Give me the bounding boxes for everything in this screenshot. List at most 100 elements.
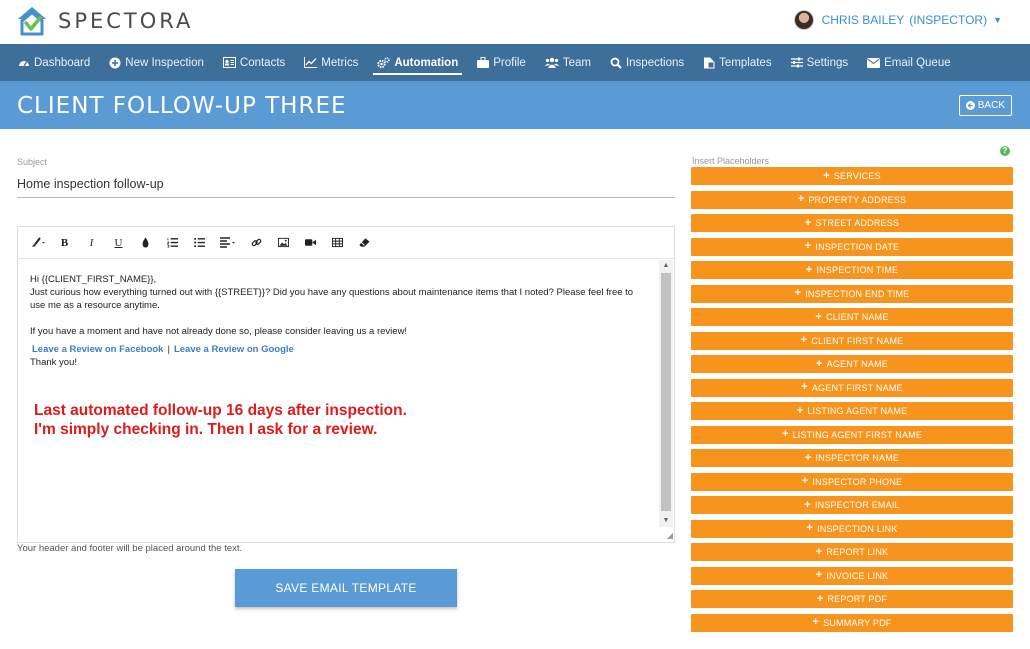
- clear-format-button[interactable]: [351, 232, 378, 254]
- italic-button[interactable]: I: [78, 232, 105, 254]
- link-button[interactable]: [243, 232, 270, 254]
- back-label: BACK: [977, 100, 1005, 111]
- nav-profile[interactable]: Profile: [477, 44, 526, 81]
- arrow-left-icon: [965, 101, 975, 110]
- link-icon: [251, 238, 262, 247]
- gears-icon: [377, 56, 391, 68]
- brand-logo[interactable]: SPECTORA: [16, 5, 193, 37]
- editor-scrollbar[interactable]: ▲ ▼: [659, 260, 673, 527]
- nav-label: Automation: [394, 56, 459, 69]
- placeholder-label: AGENT FIRST NAME: [811, 382, 903, 393]
- placeholder-button[interactable]: + INSPECTOR EMAIL: [691, 496, 1013, 514]
- placeholder-button[interactable]: + CLIENT FIRST NAME: [691, 331, 1013, 350]
- image-button[interactable]: [270, 232, 297, 254]
- plus-icon: +: [804, 240, 812, 252]
- placeholder-button[interactable]: + INSPECTION DATE: [691, 237, 1013, 256]
- placeholders-label: Insert Placeholders: [692, 156, 770, 166]
- plus-icon: +: [797, 193, 805, 205]
- placeholder-button[interactable]: + LISTING AGENT FIRST NAME: [691, 425, 1013, 444]
- scroll-down-arrow-icon[interactable]: ▼: [659, 515, 673, 527]
- color-button[interactable]: [132, 232, 159, 254]
- nav-team[interactable]: Team: [544, 44, 591, 81]
- closing-text: Thank you!: [30, 357, 77, 368]
- review-links: Leave a Review on Facebook | Leave a Revie…: [32, 343, 647, 356]
- nav-settings[interactable]: Settings: [790, 44, 849, 81]
- bullet-list-button[interactable]: [186, 232, 213, 254]
- placeholder-button[interactable]: + PROPERTY ADDRESS: [691, 190, 1013, 209]
- facebook-review-link[interactable]: Leave a Review on Facebook: [32, 344, 163, 355]
- nav-automation[interactable]: Automation: [373, 44, 463, 81]
- envelope-icon: [867, 57, 881, 68]
- briefcase-icon: [477, 57, 490, 68]
- placeholder-button[interactable]: + STREET ADDRESS: [691, 214, 1013, 232]
- user-menu[interactable]: CHRIS BAILEY (INSPECTOR) ▼: [793, 10, 1002, 30]
- nav-contacts[interactable]: Contacts: [222, 44, 285, 81]
- placeholder-button[interactable]: + INSPECTION END TIME: [691, 284, 1013, 303]
- nav-label: New Inspection: [125, 56, 204, 69]
- text-style-dropdown[interactable]: [24, 232, 51, 254]
- placeholder-button[interactable]: + INSPECTION LINK: [691, 519, 1013, 538]
- nav-inspections[interactable]: Inspections: [610, 44, 684, 81]
- placeholder-label: INSPECTION LINK: [817, 523, 898, 534]
- greeting-text: Hi {{CLIENT_FIRST_NAME}},: [30, 274, 157, 285]
- nav-label: Templates: [719, 56, 772, 69]
- sliders-icon: [790, 57, 803, 68]
- placeholder-button[interactable]: + CLIENT NAME: [691, 308, 1013, 326]
- placeholder-button[interactable]: + INSPECTION TIME: [691, 261, 1013, 279]
- placeholder-button[interactable]: + INSPECTOR PHONE: [691, 472, 1013, 491]
- plus-icon: +: [804, 498, 811, 511]
- placeholder-label: INSPECTOR PHONE: [812, 476, 903, 487]
- placeholder-button[interactable]: + SUMMARY PDF: [691, 613, 1013, 632]
- placeholder-button[interactable]: + INVOICE LINK: [691, 566, 1013, 585]
- nav-email-queue[interactable]: Email Queue: [867, 44, 951, 81]
- plus-icon: +: [805, 263, 813, 276]
- placeholder-button[interactable]: + REPORT PDF: [691, 590, 1013, 608]
- nav-label: Profile: [493, 56, 526, 69]
- placeholder-button[interactable]: + AGENT FIRST NAME: [691, 378, 1013, 397]
- placeholder-button[interactable]: + LISTING AGENT NAME: [691, 402, 1013, 420]
- scrollbar-thumb[interactable]: [661, 273, 671, 511]
- editor-content[interactable]: Hi {{CLIENT_FIRST_NAME}}, Just curious h…: [18, 260, 659, 542]
- dashboard-icon: [19, 60, 29, 66]
- nav-label: Settings: [806, 56, 849, 69]
- user-role: (INSPECTOR): [909, 13, 988, 27]
- ordered-list-button[interactable]: [159, 232, 186, 254]
- underline-button[interactable]: U: [105, 232, 132, 254]
- plus-icon: +: [804, 451, 812, 464]
- align-dropdown[interactable]: [213, 232, 243, 254]
- scroll-up-arrow-icon[interactable]: ▲: [659, 260, 673, 272]
- subject-input[interactable]: [17, 170, 675, 198]
- placeholder-label: LISTING AGENT FIRST NAME: [792, 429, 923, 440]
- placeholder-button[interactable]: + REPORT LINK: [691, 543, 1013, 561]
- video-camera-icon: [305, 239, 316, 246]
- google-review-link[interactable]: Leave a Review on Google: [174, 344, 294, 355]
- plus-icon: +: [812, 616, 820, 628]
- nav-dashboard[interactable]: Dashboard: [18, 44, 90, 81]
- help-icon[interactable]: ?: [1000, 146, 1010, 156]
- plus-icon: +: [794, 287, 802, 299]
- placeholder-label: INSPECTION DATE: [815, 241, 900, 252]
- nav-metrics[interactable]: Metrics: [304, 44, 358, 81]
- annotation-line-1: Last automated follow-up 16 days after i…: [34, 402, 407, 419]
- plus-icon: +: [823, 169, 830, 182]
- placeholder-button[interactable]: + INSPECTOR NAME: [691, 449, 1013, 467]
- plus-icon: +: [781, 428, 789, 440]
- save-email-template-button[interactable]: SAVE EMAIL TEMPLATE: [235, 569, 457, 607]
- placeholder-button[interactable]: + SERVICES: [691, 167, 1013, 185]
- table-button[interactable]: [324, 232, 351, 254]
- placeholder-label: PROPERTY ADDRESS: [808, 194, 907, 205]
- plus-icon: +: [816, 592, 824, 605]
- placeholder-button[interactable]: + AGENT NAME: [691, 355, 1013, 373]
- bold-button[interactable]: B: [51, 232, 78, 254]
- plus-icon: +: [815, 310, 823, 323]
- video-button[interactable]: [297, 232, 324, 254]
- search-icon: [610, 57, 622, 69]
- nav-templates[interactable]: Templates: [703, 44, 772, 81]
- plus-icon: +: [815, 545, 823, 558]
- plus-icon: +: [801, 475, 809, 487]
- annotation-line-2: I'm simply checking in. Then I ask for a…: [34, 421, 378, 438]
- nav-new-inspection[interactable]: New Inspection: [109, 44, 204, 81]
- placeholder-label: INSPECTION TIME: [816, 265, 899, 275]
- back-button[interactable]: BACK: [958, 95, 1012, 116]
- resize-handle-icon[interactable]: ◢: [663, 531, 673, 541]
